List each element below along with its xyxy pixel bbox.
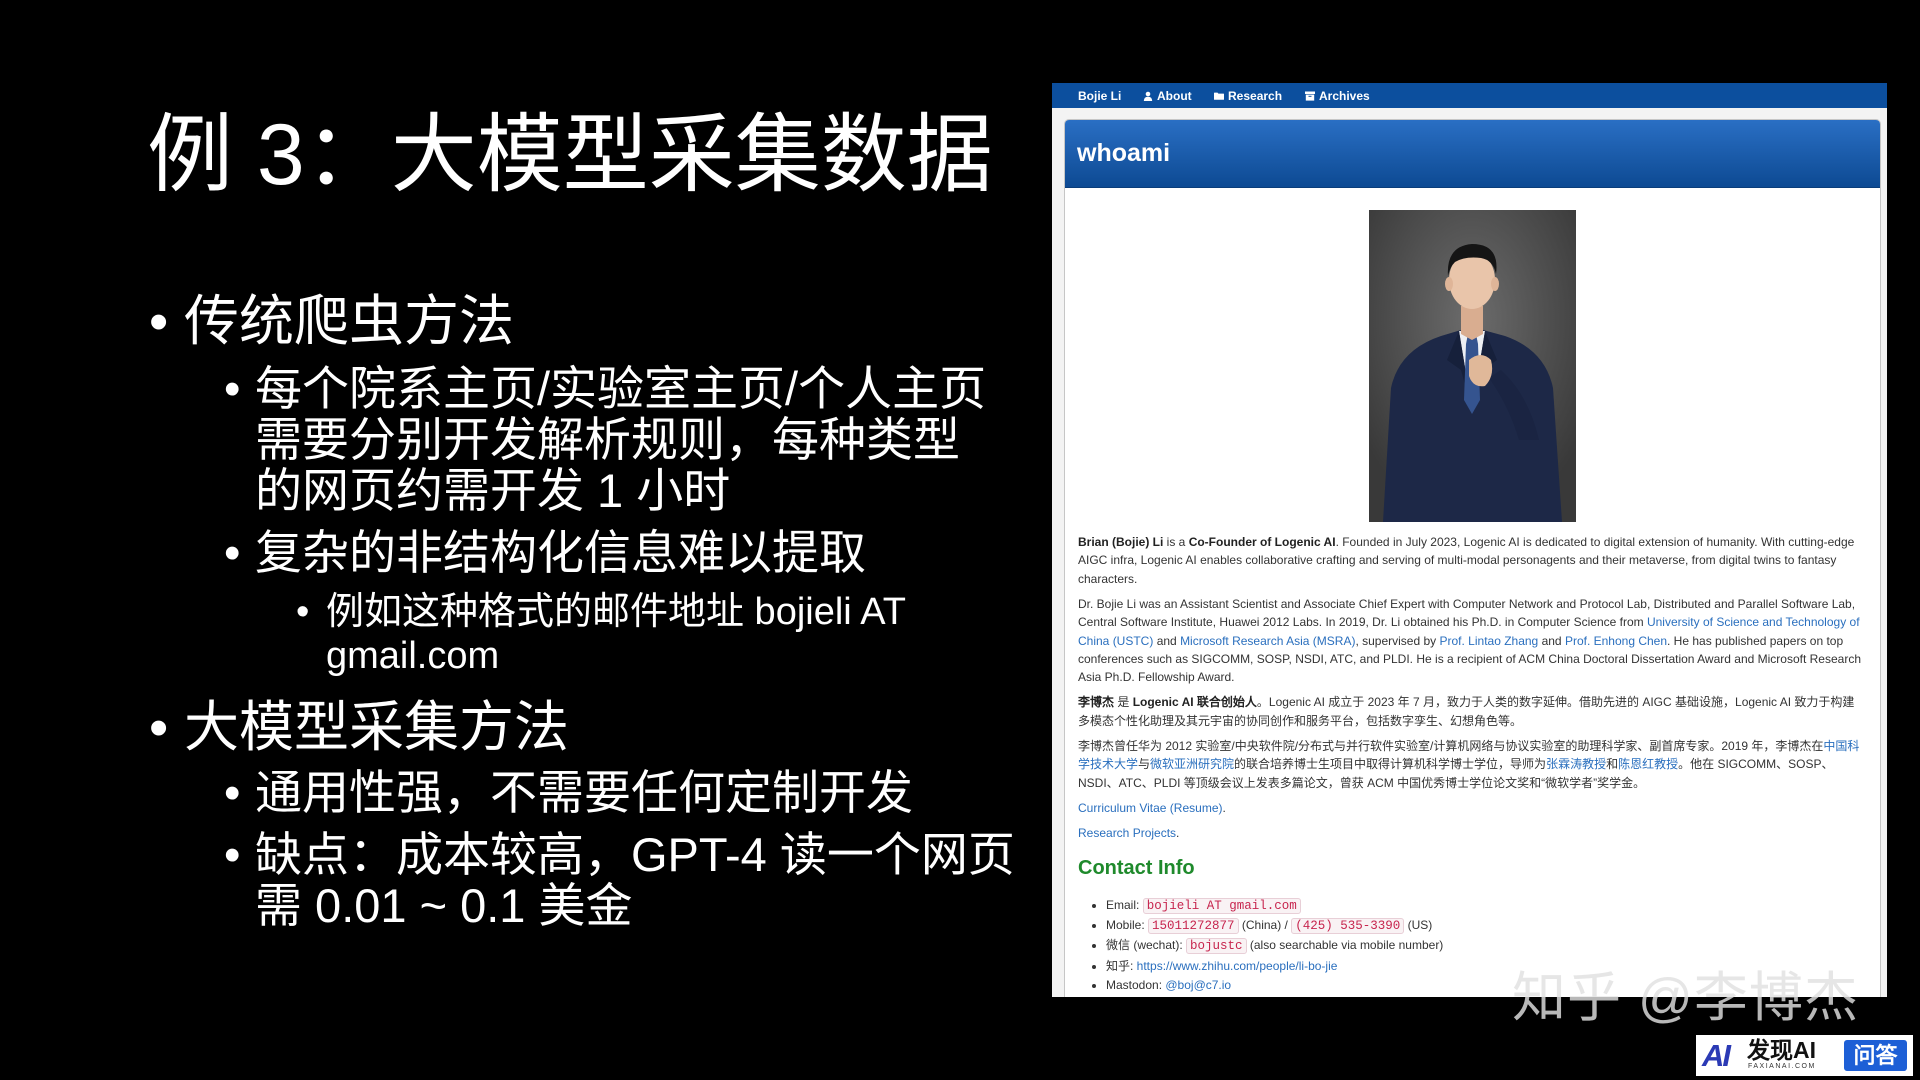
link[interactable]: Prof. Enhong Chen — [1565, 634, 1667, 648]
text-run: (also searchable via mobile number) — [1246, 938, 1444, 953]
nav-about-label: About — [1157, 88, 1192, 103]
text-run: 微信 (wechat): — [1106, 938, 1187, 953]
bold-text: Logenic AI 联合创始人 — [1132, 695, 1257, 710]
faxianai-logo: AI 发现AI FAXIANAI.COM 问答 — [1696, 1035, 1913, 1076]
text-run: (China) / — [1238, 918, 1292, 933]
logo-brand: 发现AI — [1747, 1037, 1816, 1063]
text-run: and — [1538, 633, 1565, 648]
folder-icon — [1214, 92, 1224, 100]
text-run: . — [1176, 825, 1180, 840]
slide-title: 例 3：大模型采集数据 — [147, 107, 993, 203]
link[interactable]: 陈恩红教授 — [1618, 757, 1678, 771]
text-run: Mastodon: — [1106, 977, 1166, 992]
code-value: (425) 535-3390 — [1291, 918, 1405, 935]
nav-brand[interactable]: Bojie Li — [1078, 83, 1121, 108]
contact-item-mobile: Mobile: 15011272877 (China) / (425) 535-… — [1106, 916, 1864, 936]
text-run: (US) — [1404, 918, 1433, 933]
bio-paragraph-en-2: Dr. Bojie Li was an Assistant Scientist … — [1078, 595, 1864, 687]
text-run: 知乎: — [1106, 958, 1137, 973]
bullet-traditional-crawler: 传统爬虫方法 — [149, 290, 515, 352]
text-run: 的联合培养博士生项目中取得计算机科学博士学位，导师为 — [1234, 757, 1547, 772]
text-run: and — [1153, 633, 1181, 648]
link[interactable]: Microsoft Research Asia (MSRA) — [1180, 634, 1355, 648]
about-content: Brian (Bojie) Li is a Co-Founder of Loge… — [1078, 533, 1864, 995]
panel-title: whoami — [1077, 139, 1171, 167]
zhihu-watermark: 知乎 @李博杰 — [1512, 968, 1859, 1028]
bullet-unstructured-info: 复杂的非结构化信息难以提取 — [224, 526, 866, 579]
code-value: bojustc — [1186, 938, 1247, 955]
text-run: Mobile: — [1106, 918, 1149, 933]
logo-tag: 问答 — [1844, 1040, 1907, 1071]
bullet-line: gmail.com — [326, 635, 500, 677]
link[interactable]: https://www.zhihu.com/people/li-bo-jie — [1137, 959, 1338, 973]
top-navbar: Bojie Li About Research Archives — [1052, 83, 1887, 108]
bio-paragraph-zh-2: 李博杰曾任华为 2012 实验室/中央软件院/分布式与并行软件实验室/计算机网络… — [1078, 737, 1864, 792]
bullet-llm-method: 大模型采集方法 — [149, 696, 570, 758]
bullet-line: 每个院系主页/实验室主页/个人主页 — [255, 362, 987, 415]
portrait-photo — [1369, 210, 1576, 522]
panel-header: whoami — [1065, 120, 1880, 188]
bio-paragraph-en-1: Brian (Bojie) Li is a Co-Founder of Loge… — [1078, 533, 1864, 588]
bullet-generality: 通用性强，不需要任何定制开发 — [224, 766, 913, 819]
faxianai-logo-icon: AI — [1702, 1038, 1731, 1073]
text-run: , supervised by — [1355, 633, 1440, 648]
archive-icon — [1305, 91, 1315, 101]
bullet-heading: 传统爬虫方法 — [184, 290, 515, 352]
user-icon — [1143, 91, 1153, 101]
code-value: bojieli AT gmail.com — [1142, 898, 1301, 915]
code-value: 15011272877 — [1148, 918, 1239, 935]
nav-about[interactable]: About — [1143, 83, 1192, 108]
text-run: is a — [1163, 535, 1189, 549]
webpage-screenshot: Bojie Li About Research Archives whoami — [1052, 83, 1887, 997]
nav-archives-label: Archives — [1319, 88, 1370, 103]
bullet-line: 例如这种格式的邮件地址 bojieli AT — [326, 591, 906, 633]
logo-domain: FAXIANAI.COM — [1748, 1063, 1816, 1070]
text-run: 和 — [1606, 757, 1619, 772]
research-projects-line: Research Projects. — [1078, 824, 1864, 842]
bullet-line: 需要分别开发解析规则，每种类型 — [255, 413, 960, 466]
bullet-line: 通用性强，不需要任何定制开发 — [255, 766, 913, 819]
contact-item-wechat: 微信 (wechat): bojustc (also searchable vi… — [1106, 936, 1864, 956]
text-run: 李博杰曾任华为 2012 实验室/中央软件院/分布式与并行软件实验室/计算机网络… — [1078, 738, 1824, 753]
bold-text: Co-Founder of Logenic AI — [1188, 535, 1336, 549]
link[interactable]: 张霖涛教授 — [1546, 757, 1606, 771]
text-run: Email: — [1106, 898, 1143, 913]
bullet-line: 复杂的非结构化信息难以提取 — [255, 526, 866, 579]
bullet-email-example: 例如这种格式的邮件地址 bojieli AT gmail.com — [296, 590, 906, 678]
bold-text: 李博杰 — [1078, 695, 1115, 710]
bullet-line: 的网页约需开发 1 小时 — [255, 464, 731, 517]
link[interactable]: Research Projects — [1078, 826, 1176, 840]
text-run: . — [1222, 800, 1226, 815]
bio-paragraph-zh-1: 李博杰 是 Logenic AI 联合创始人。Logenic AI 成立于 20… — [1078, 693, 1864, 730]
text-run: 与 — [1138, 757, 1151, 772]
link[interactable]: 微软亚洲研究院 — [1150, 757, 1234, 771]
contact-heading: Contact Info — [1078, 857, 1195, 880]
cv-line: Curriculum Vitae (Resume). — [1078, 799, 1864, 817]
nav-research[interactable]: Research — [1214, 83, 1282, 108]
bullet-line: 缺点：成本较高，GPT-4 读一个网页 — [255, 828, 1015, 881]
link[interactable]: Curriculum Vitae (Resume) — [1078, 801, 1223, 815]
bullet-line: 需 0.01 ~ 0.1 美金 — [255, 879, 633, 932]
link[interactable]: @boj@c7.io — [1165, 978, 1231, 992]
bullet-per-site-rules: 每个院系主页/实验室主页/个人主页 需要分别开发解析规则，每种类型 的网页约需开… — [224, 362, 987, 517]
link[interactable]: Prof. Lintao Zhang — [1440, 634, 1539, 648]
text-run: 是 — [1114, 695, 1133, 710]
nav-archives[interactable]: Archives — [1305, 83, 1370, 108]
bullet-cost: 缺点：成本较高，GPT-4 读一个网页 需 0.01 ~ 0.1 美金 — [224, 828, 1015, 932]
bullet-heading: 大模型采集方法 — [184, 696, 570, 758]
nav-research-label: Research — [1228, 88, 1283, 103]
contact-item-email: Email: bojieli AT gmail.com — [1106, 896, 1864, 916]
bold-text: Brian (Bojie) Li — [1078, 535, 1164, 549]
